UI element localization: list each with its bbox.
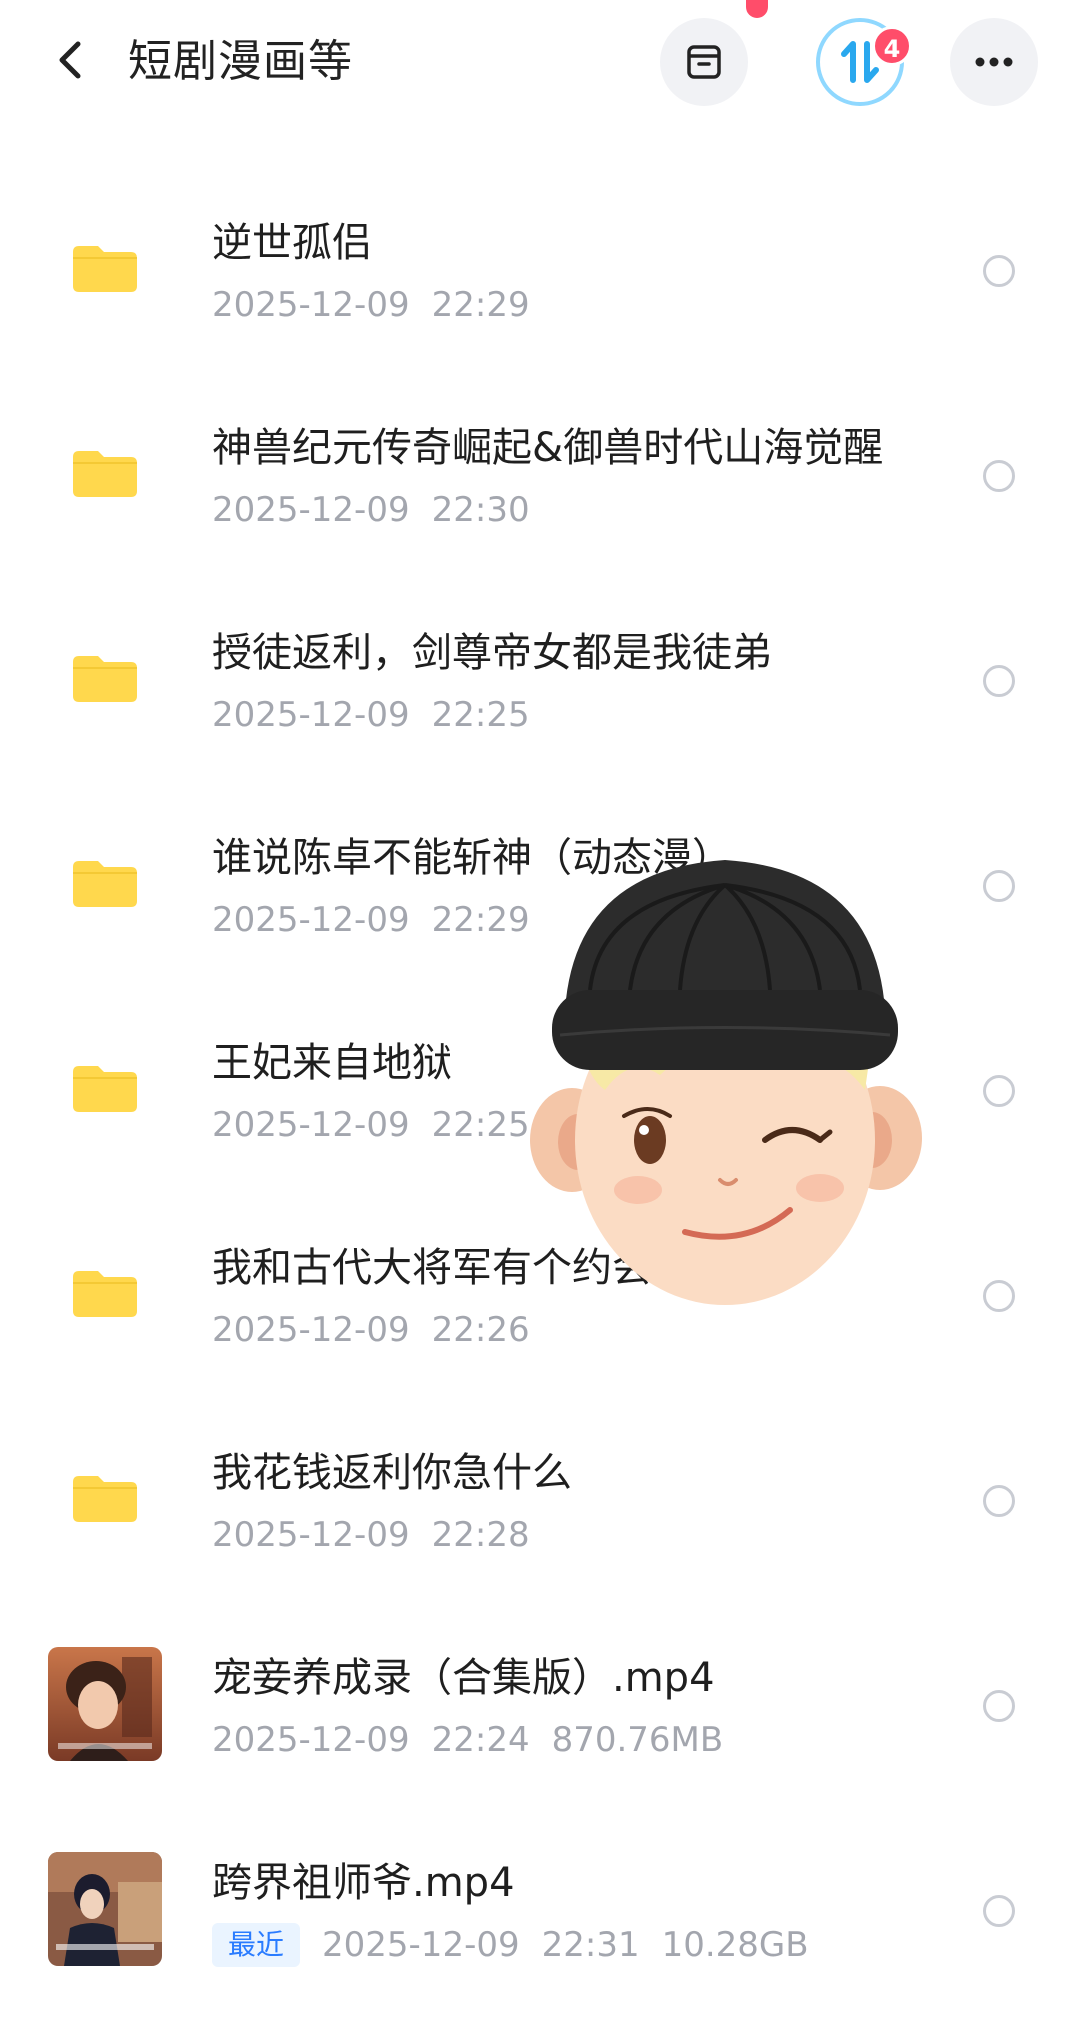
select-radio[interactable] xyxy=(983,870,1015,902)
file-name: 宠妾养成录（合集版）.mp4 xyxy=(212,1655,715,1701)
file-meta: 2025-12-09 22:24 870.76MB xyxy=(212,1717,745,1763)
file-time: 22:30 xyxy=(431,490,530,530)
notification-dot xyxy=(746,0,768,18)
list-item[interactable]: 逆世孤侣 2025-12-09 22:29 xyxy=(0,166,1080,371)
file-date: 2025-12-09 xyxy=(322,1925,520,1965)
file-meta: 2025-12-09 22:29 xyxy=(212,897,552,943)
file-name: 神兽纪元传奇崛起&御兽时代山海觉醒 xyxy=(212,425,884,471)
file-name: 我花钱返利你急什么 xyxy=(212,1450,572,1496)
file-date: 2025-12-09 xyxy=(212,1515,410,1555)
more-dots-icon xyxy=(975,57,1013,67)
back-button[interactable] xyxy=(44,30,104,90)
file-size: 10.28GB xyxy=(661,1925,809,1965)
file-name: 授徒返利，剑尊帝女都是我徒弟 xyxy=(212,630,772,676)
cartoon-avatar-sticker xyxy=(520,840,930,1310)
file-date: 2025-12-09 xyxy=(212,900,410,940)
video-thumbnail xyxy=(48,1852,162,1966)
select-radio[interactable] xyxy=(983,1485,1015,1517)
file-date: 2025-12-09 xyxy=(212,285,410,325)
file-time: 22:29 xyxy=(431,900,530,940)
file-meta: 最近 2025-12-09 22:31 10.28GB xyxy=(212,1922,831,1968)
select-radio[interactable] xyxy=(983,1075,1015,1107)
file-name: 王妃来自地狱 xyxy=(212,1040,452,1086)
more-options-button[interactable] xyxy=(950,18,1038,106)
video-thumbnail xyxy=(48,1647,162,1761)
file-meta: 2025-12-09 22:30 xyxy=(212,487,552,533)
file-date: 2025-12-09 xyxy=(212,1310,410,1350)
select-radio[interactable] xyxy=(983,1895,1015,1927)
file-size: 870.76MB xyxy=(551,1720,724,1760)
chevron-left-icon xyxy=(59,41,81,79)
file-list-page: 短剧漫画等 4 逆世孤侣 2025-12-09 22:29 神兽纪元传奇崛起&御… xyxy=(0,0,1080,2030)
recent-tag: 最近 xyxy=(212,1923,301,1967)
list-item[interactable]: 跨界祖师爷.mp4 最近 2025-12-09 22:31 10.28GB xyxy=(0,1806,1080,2011)
list-item[interactable]: 宠妾养成录（合集版）.mp4 2025-12-09 22:24 870.76MB xyxy=(0,1601,1080,1806)
file-date: 2025-12-09 xyxy=(212,695,410,735)
list-item[interactable]: 我花钱返利你急什么 2025-12-09 22:28 xyxy=(0,1396,1080,1601)
select-radio[interactable] xyxy=(983,255,1015,287)
archive-box-icon xyxy=(687,45,721,79)
file-time: 22:24 xyxy=(431,1720,530,1760)
file-time: 22:31 xyxy=(541,1925,640,1965)
select-radio[interactable] xyxy=(983,460,1015,492)
transfer-count-badge: 4 xyxy=(872,26,912,66)
select-radio[interactable] xyxy=(983,1280,1015,1312)
file-date: 2025-12-09 xyxy=(212,490,410,530)
file-time: 22:26 xyxy=(431,1310,530,1350)
folder-icon xyxy=(48,1032,162,1146)
folder-icon xyxy=(48,1237,162,1351)
file-meta: 2025-12-09 22:28 xyxy=(212,1512,552,1558)
file-meta: 2025-12-09 22:25 xyxy=(212,1102,552,1148)
file-date: 2025-12-09 xyxy=(212,1720,410,1760)
file-name: 逆世孤侣 xyxy=(212,220,372,266)
file-meta: 2025-12-09 22:25 xyxy=(212,692,552,738)
list-item[interactable]: 神兽纪元传奇崛起&御兽时代山海觉醒 2025-12-09 22:30 xyxy=(0,371,1080,576)
file-time: 22:25 xyxy=(431,1105,530,1145)
select-radio[interactable] xyxy=(983,1690,1015,1722)
file-meta: 2025-12-09 22:29 xyxy=(212,282,552,328)
folder-icon xyxy=(48,417,162,531)
folder-icon xyxy=(48,622,162,736)
folder-icon xyxy=(48,827,162,941)
folder-icon xyxy=(48,212,162,326)
select-radio[interactable] xyxy=(983,665,1015,697)
archive-button[interactable] xyxy=(660,18,748,106)
top-bar: 短剧漫画等 4 xyxy=(0,0,1080,130)
file-time: 22:25 xyxy=(431,695,530,735)
file-date: 2025-12-09 xyxy=(212,1105,410,1145)
file-meta: 2025-12-09 22:26 xyxy=(212,1307,552,1353)
file-name: 跨界祖师爷.mp4 xyxy=(212,1860,515,1906)
list-item[interactable]: 授徒返利，剑尊帝女都是我徒弟 2025-12-09 22:25 xyxy=(0,576,1080,781)
folder-icon xyxy=(48,1442,162,1556)
file-time: 22:28 xyxy=(431,1515,530,1555)
page-title: 短剧漫画等 xyxy=(128,36,353,87)
file-time: 22:29 xyxy=(431,285,530,325)
